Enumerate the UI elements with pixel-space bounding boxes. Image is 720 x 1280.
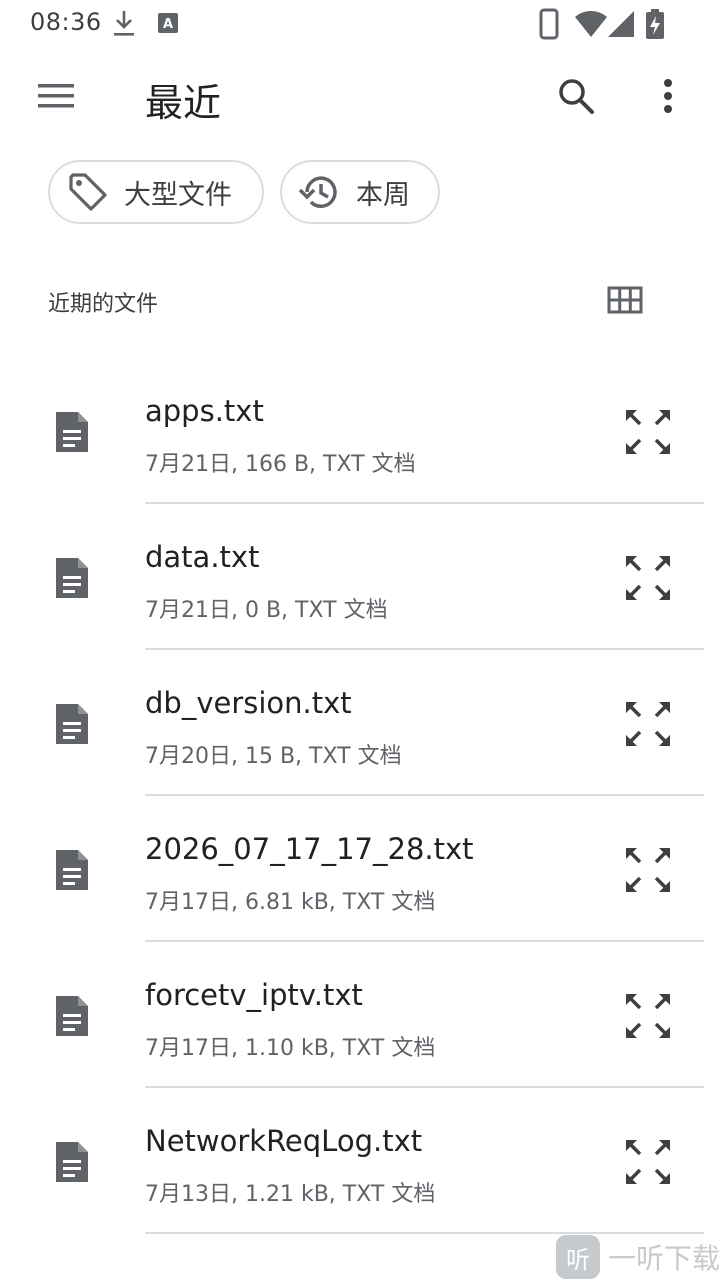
file-name: data.txt [145, 540, 260, 574]
file-name: forcetv_iptv.txt [145, 978, 363, 1012]
expand-icon [626, 1140, 670, 1184]
document-icon [50, 846, 94, 894]
expand-preview-button[interactable] [618, 986, 678, 1046]
history-icon [298, 170, 342, 214]
wifi-icon [574, 8, 608, 44]
file-name: db_version.txt [145, 686, 352, 720]
expand-preview-button[interactable] [618, 840, 678, 900]
expand-preview-button[interactable] [618, 402, 678, 462]
section-title: 近期的文件 [48, 292, 159, 317]
file-meta: 7月21日, 0 B, TXT 文档 [145, 598, 388, 623]
expand-icon [626, 994, 670, 1038]
more-options-button[interactable] [646, 70, 690, 122]
expand-icon [626, 702, 670, 746]
document-icon [50, 554, 94, 602]
list-item[interactable]: db_version.txt 7月20日, 15 B, TXT 文档 [0, 650, 720, 796]
expand-icon [626, 410, 670, 454]
chip-large-files-label: 大型文件 [124, 179, 232, 211]
expand-icon [626, 848, 670, 892]
grid-view-icon [607, 286, 643, 314]
menu-icon [38, 84, 74, 108]
document-icon [50, 408, 94, 456]
file-meta: 7月20日, 15 B, TXT 文档 [145, 744, 402, 769]
chip-this-week-label: 本周 [356, 179, 410, 211]
chip-large-files[interactable]: 大型文件 [48, 160, 264, 224]
file-name: NetworkReqLog.txt [145, 1124, 423, 1158]
expand-icon [626, 556, 670, 600]
search-button[interactable] [550, 70, 602, 122]
signal-icon [606, 8, 636, 44]
menu-button[interactable] [30, 74, 82, 118]
app-bar: 最近 [0, 56, 720, 140]
list-item[interactable]: NetworkReqLog.txt 7月13日, 1.21 kB, TXT 文档 [0, 1088, 720, 1234]
document-icon [50, 1138, 94, 1186]
document-icon [50, 992, 94, 1040]
file-name: apps.txt [145, 394, 264, 428]
download-icon [112, 8, 136, 42]
watermark-text: 一听下载 [608, 1242, 720, 1275]
expand-preview-button[interactable] [618, 548, 678, 608]
list-item[interactable]: 2026_07_17_17_28.txt 7月17日, 6.81 kB, TXT… [0, 796, 720, 942]
keyboard-a-icon: A [156, 8, 180, 42]
grid-view-toggle[interactable] [598, 276, 652, 324]
more-vert-icon [664, 79, 672, 113]
watermark-badge: 听 [556, 1235, 600, 1279]
expand-preview-button[interactable] [618, 1132, 678, 1192]
phone-icon [536, 8, 562, 44]
tag-icon [66, 170, 110, 214]
file-meta: 7月13日, 1.21 kB, TXT 文档 [145, 1182, 436, 1207]
file-meta: 7月17日, 1.10 kB, TXT 文档 [145, 1036, 436, 1061]
file-list: apps.txt 7月21日, 166 B, TXT 文档 data.txt 7… [0, 358, 720, 1234]
file-name: 2026_07_17_17_28.txt [145, 832, 474, 866]
watermark: 听 一听下载 [556, 1234, 720, 1280]
file-meta: 7月17日, 6.81 kB, TXT 文档 [145, 890, 436, 915]
status-bar: 08:36 A [0, 0, 720, 48]
expand-preview-button[interactable] [618, 694, 678, 754]
page-title: 最近 [145, 81, 222, 125]
chip-this-week[interactable]: 本周 [280, 160, 440, 224]
battery-charging-icon [644, 8, 666, 44]
svg-text:A: A [163, 17, 173, 32]
list-item[interactable]: forcetv_iptv.txt 7月17日, 1.10 kB, TXT 文档 [0, 942, 720, 1088]
list-item[interactable]: apps.txt 7月21日, 166 B, TXT 文档 [0, 358, 720, 504]
list-item[interactable]: data.txt 7月21日, 0 B, TXT 文档 [0, 504, 720, 650]
status-time: 08:36 [30, 8, 102, 36]
search-icon [559, 79, 594, 114]
document-icon [50, 700, 94, 748]
file-meta: 7月21日, 166 B, TXT 文档 [145, 452, 416, 477]
